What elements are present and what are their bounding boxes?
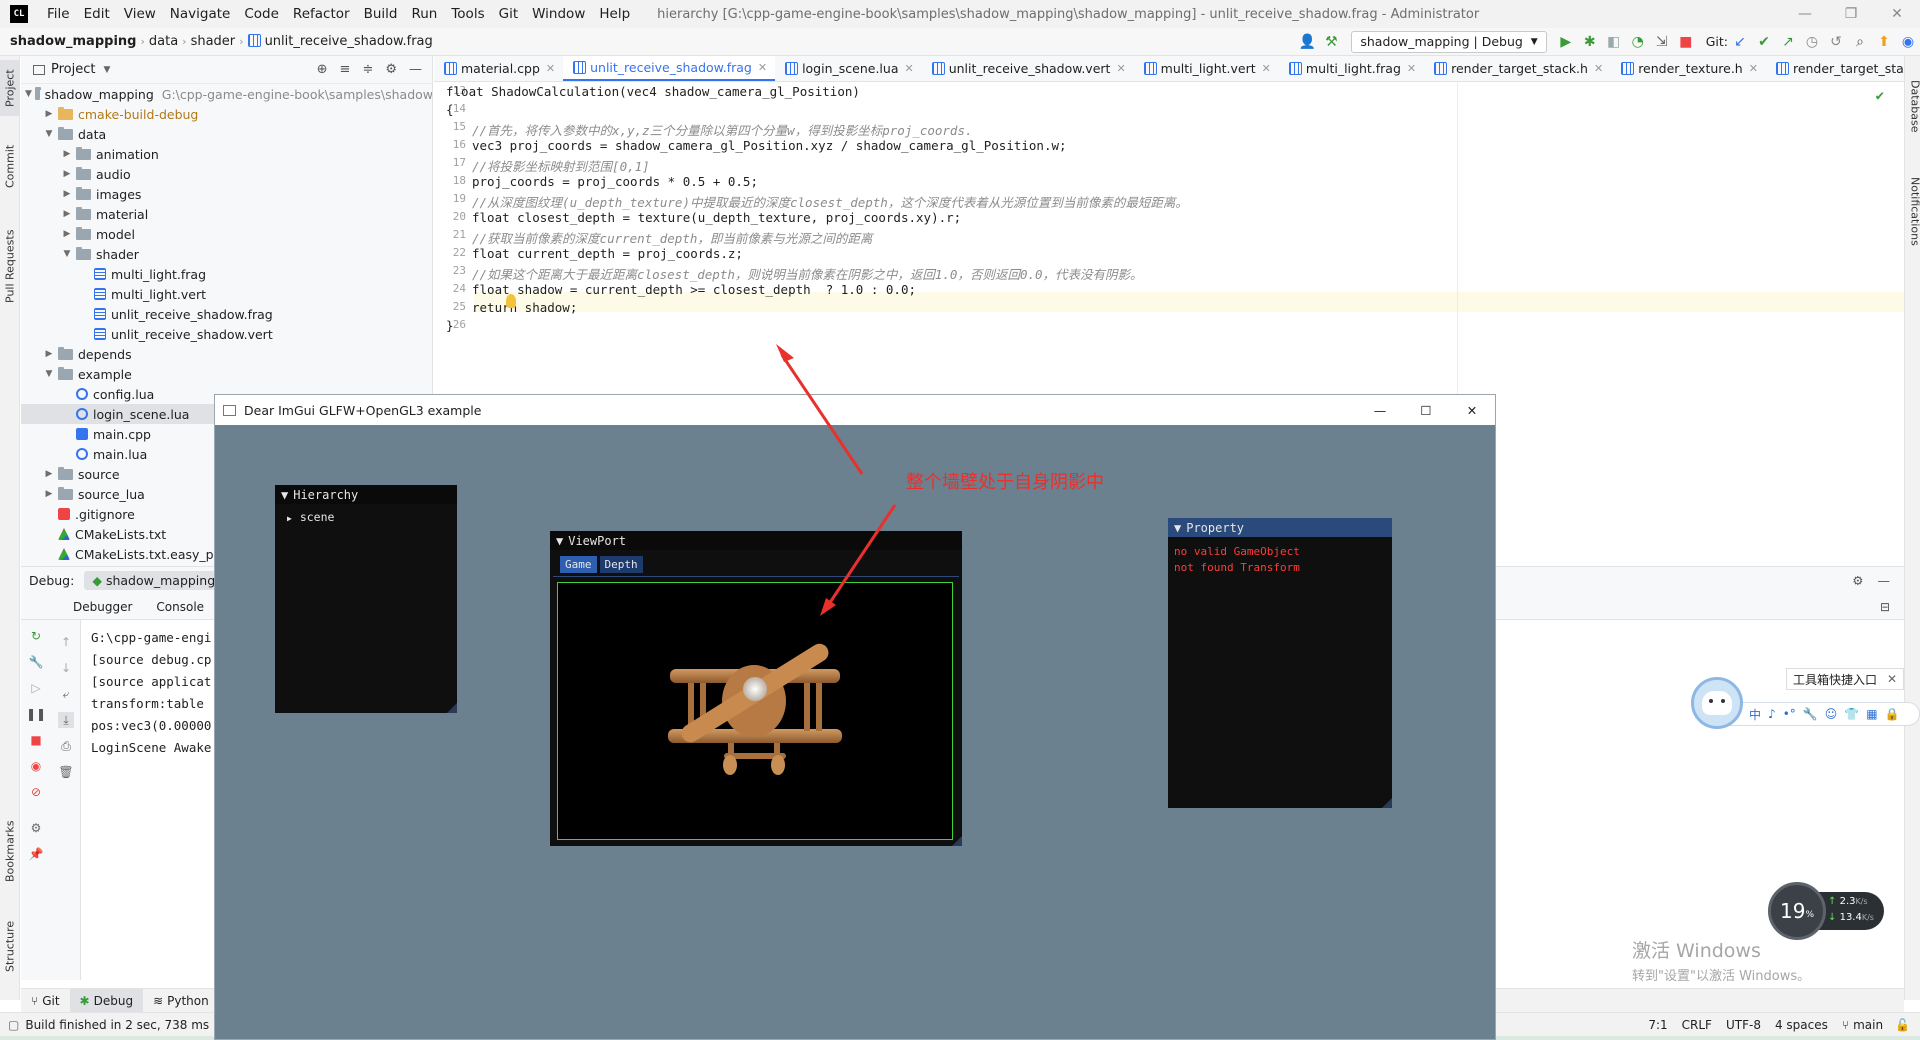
lock-icon[interactable]: 🔒 — [1885, 707, 1900, 721]
annotation-arrowhead — [776, 344, 794, 362]
grid-icon[interactable]: ▦ — [1866, 707, 1877, 721]
skin-icon[interactable]: 👕 — [1844, 707, 1859, 721]
net-unit: K/s — [1861, 913, 1874, 922]
cpu-percent: 19 — [1779, 899, 1806, 923]
net-upload: ↑ 2.3K/s — [1828, 896, 1868, 907]
toolbox-label: 工具箱快捷入口 — [1793, 672, 1878, 687]
ime-chinese-icon[interactable]: 中 — [1749, 706, 1761, 723]
cpu-unit: % — [1805, 910, 1814, 920]
annotation-label: 整个墙壁处于自身阴影中 — [906, 472, 1104, 493]
net-unit: K/s — [1855, 897, 1868, 906]
punctuation-icon[interactable]: •° — [1783, 707, 1796, 721]
annotation-arrow — [780, 354, 864, 475]
download-arrow-icon: ↓ — [1828, 912, 1837, 923]
windows-activation-watermark: 激活 Windows 转到"设置"以激活 Windows。 — [1632, 936, 1810, 984]
annotation-arrow — [825, 504, 897, 608]
emoji-icon[interactable]: ☺ — [1825, 707, 1838, 721]
assistant-avatar[interactable] — [1691, 677, 1743, 729]
net-up-value: 2.3 — [1839, 896, 1856, 907]
performance-monitor[interactable]: ↑ 2.3K/s ↓ 13.4K/s 19% — [1768, 882, 1888, 940]
wrench-icon[interactable]: 🔧 — [1803, 707, 1818, 721]
annotation-overlay — [776, 344, 897, 616]
robot-face-icon — [1702, 691, 1732, 715]
activation-title: 激活 Windows — [1632, 940, 1761, 962]
net-download: ↓ 13.4K/s — [1828, 912, 1874, 923]
close-icon[interactable]: ✕ — [1887, 672, 1897, 686]
toolbox-shortcut-tooltip[interactable]: 工具箱快捷入口 ✕ — [1786, 668, 1904, 690]
cpu-usage-gauge: 19% — [1768, 882, 1826, 940]
moon-icon[interactable]: ♪ — [1768, 707, 1776, 721]
annotation-arrowhead — [820, 598, 836, 616]
upload-arrow-icon: ↑ — [1828, 896, 1837, 907]
activation-subtitle: 转到"设置"以激活 Windows。 — [1632, 969, 1811, 984]
net-down-value: 13.4 — [1839, 912, 1862, 923]
